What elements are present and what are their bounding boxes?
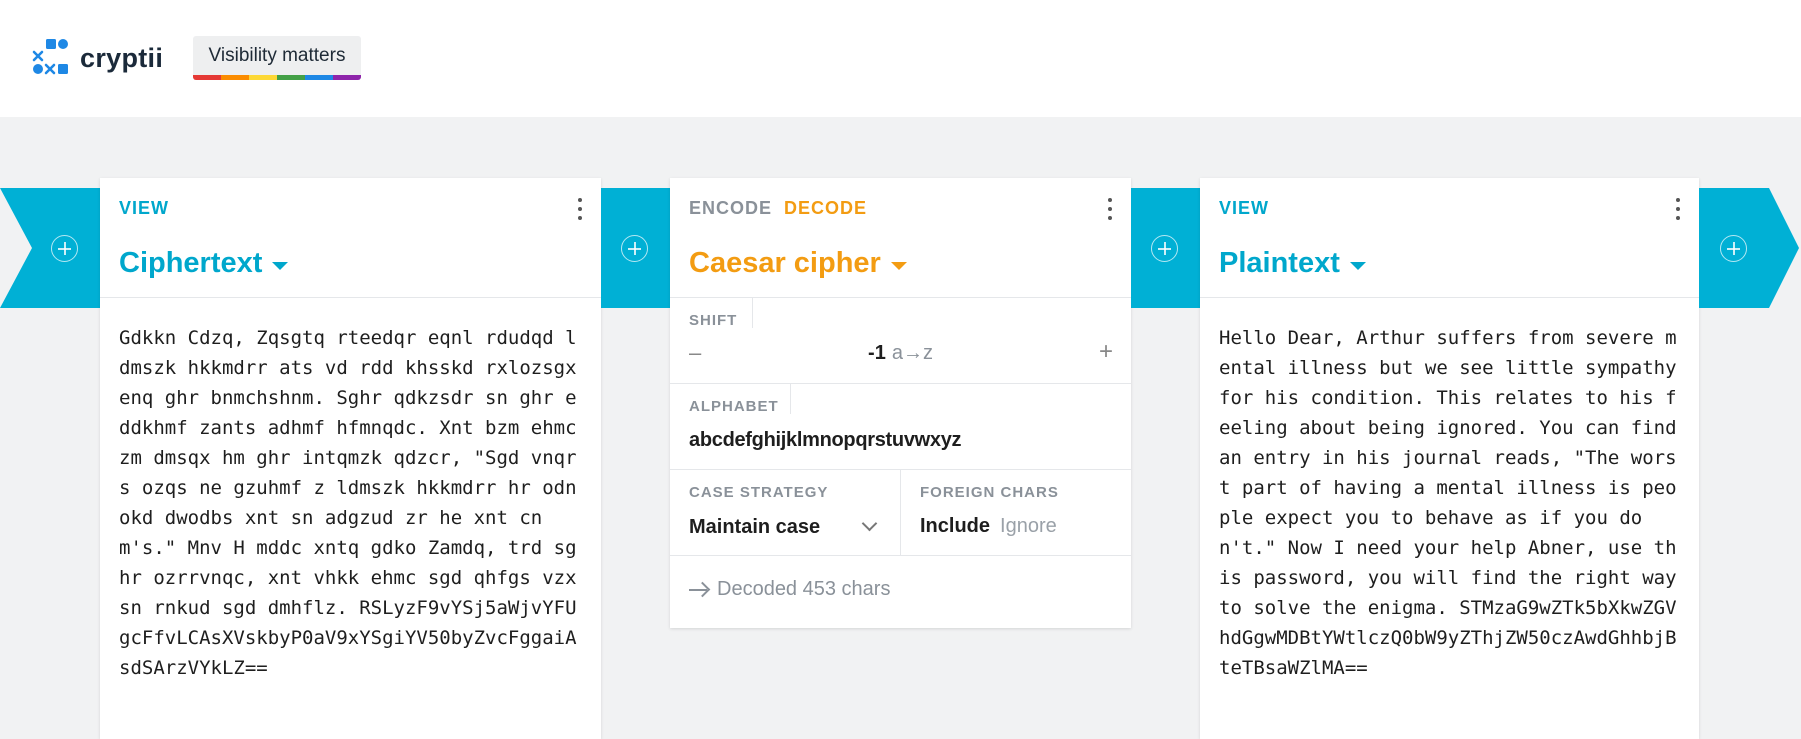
brick-title-dropdown[interactable]: Caesar cipher — [689, 247, 907, 280]
status-text-row: Decoded 453 chars — [689, 578, 890, 601]
logo-text: cryptii — [80, 42, 164, 73]
case-strategy-setting: CASE STRATEGY Maintain case — [670, 470, 901, 556]
status-text: Decoded 453 chars — [717, 578, 891, 600]
mode-view-label: VIEW — [1219, 198, 1270, 218]
connector-arrow-shape — [0, 188, 100, 308]
ciphertext-brick: VIEW Ciphertext Gdkkn Cdzq, Zqsgtq rteed… — [100, 178, 601, 739]
brick-status: Decoded 453 chars — [670, 556, 1131, 626]
alphabet-label: ALPHABET — [689, 398, 779, 415]
more-options-icon[interactable] — [1107, 198, 1113, 220]
brick-title-dropdown[interactable]: Plaintext — [1219, 247, 1366, 280]
encode-toggle[interactable]: ENCODE — [689, 198, 772, 218]
caret-down-icon — [272, 261, 289, 270]
caret-down-icon — [890, 261, 907, 270]
shift-value-display[interactable]: -1 a→z — [670, 342, 1131, 365]
badge-label: Visibility matters — [208, 45, 346, 66]
decode-toggle[interactable]: DECODE — [784, 198, 867, 218]
foreign-chars-label: FOREIGN CHARS — [920, 484, 1059, 501]
add-brick-icon[interactable] — [1151, 235, 1178, 262]
add-brick-icon[interactable] — [1720, 235, 1747, 262]
plaintext-content[interactable]: Hello Dear, Arthur suffers from severe m… — [1200, 298, 1699, 683]
rainbow-segment — [249, 75, 277, 80]
chevron-down-icon[interactable] — [861, 515, 878, 532]
label-divider — [790, 384, 791, 414]
foreign-chars-setting: FOREIGN CHARS Include Ignore — [901, 470, 1131, 556]
ciphertext-content[interactable]: Gdkkn Cdzq, Zqsgtq rteedqr eqnl rdudqd l… — [100, 298, 601, 683]
add-brick-icon[interactable] — [51, 235, 78, 262]
shift-range: a→z — [891, 342, 933, 364]
mode-toggle: ENCODE DECODE — [689, 198, 867, 219]
app-header: cryptii Visibility matters — [0, 0, 1801, 117]
brick-header: ENCODE DECODE Caesar cipher — [670, 178, 1131, 298]
brick-title: Plaintext — [1219, 247, 1340, 279]
brick-title: Ciphertext — [119, 247, 263, 279]
mode-view-label: VIEW — [119, 198, 170, 218]
shift-value: -1 — [868, 342, 886, 364]
cryptii-logo-icon — [32, 39, 68, 75]
rainbow-segment — [277, 75, 305, 80]
shift-setting: SHIFT – -1 a→z + — [670, 298, 1131, 384]
foreign-ignore-option[interactable]: Ignore — [1000, 515, 1057, 537]
foreign-include-option[interactable]: Include — [920, 515, 990, 537]
rainbow-segment — [193, 75, 221, 80]
visibility-badge[interactable]: Visibility matters — [193, 36, 361, 80]
rainbow-segment — [333, 75, 361, 80]
case-foreign-row: CASE STRATEGY Maintain case FOREIGN CHAR… — [670, 470, 1131, 556]
connector-arrow-shape — [1699, 188, 1799, 308]
brick-header: VIEW Plaintext — [1200, 178, 1699, 298]
pipeline-connector-start — [0, 188, 100, 308]
pipeline-connector — [601, 188, 670, 308]
rainbow-bar — [193, 75, 361, 80]
arrow-right-icon — [689, 588, 707, 591]
add-brick-icon[interactable] — [621, 235, 648, 262]
case-strategy-select[interactable]: Maintain case — [689, 516, 820, 539]
brick-title-dropdown[interactable]: Ciphertext — [119, 247, 289, 280]
rainbow-segment — [305, 75, 333, 80]
caret-down-icon — [1349, 261, 1366, 270]
label-divider — [752, 298, 753, 328]
logo[interactable]: cryptii — [32, 38, 163, 78]
rainbow-segment — [221, 75, 249, 80]
pipeline-connector — [1131, 188, 1200, 308]
shift-increment-button[interactable]: + — [1099, 338, 1113, 366]
brick-header: VIEW Ciphertext — [100, 178, 601, 298]
case-strategy-label: CASE STRATEGY — [689, 484, 829, 501]
alphabet-input[interactable]: abcdefghijklmnopqrstuvwxyz — [689, 429, 962, 452]
plaintext-brick: VIEW Plaintext Hello Dear, Arthur suffer… — [1200, 178, 1699, 739]
more-options-icon[interactable] — [1675, 198, 1681, 220]
foreign-chars-options: Include Ignore — [920, 515, 1067, 538]
brick-title: Caesar cipher — [689, 247, 881, 279]
caesar-cipher-brick: ENCODE DECODE Caesar cipher SHIFT – -1 a→z… — [670, 178, 1131, 628]
pipeline-connector-end — [1699, 188, 1799, 308]
alphabet-setting: ALPHABET abcdefghijklmnopqrstuvwxyz — [670, 384, 1131, 470]
more-options-icon[interactable] — [577, 198, 583, 220]
shift-label: SHIFT — [689, 312, 738, 329]
